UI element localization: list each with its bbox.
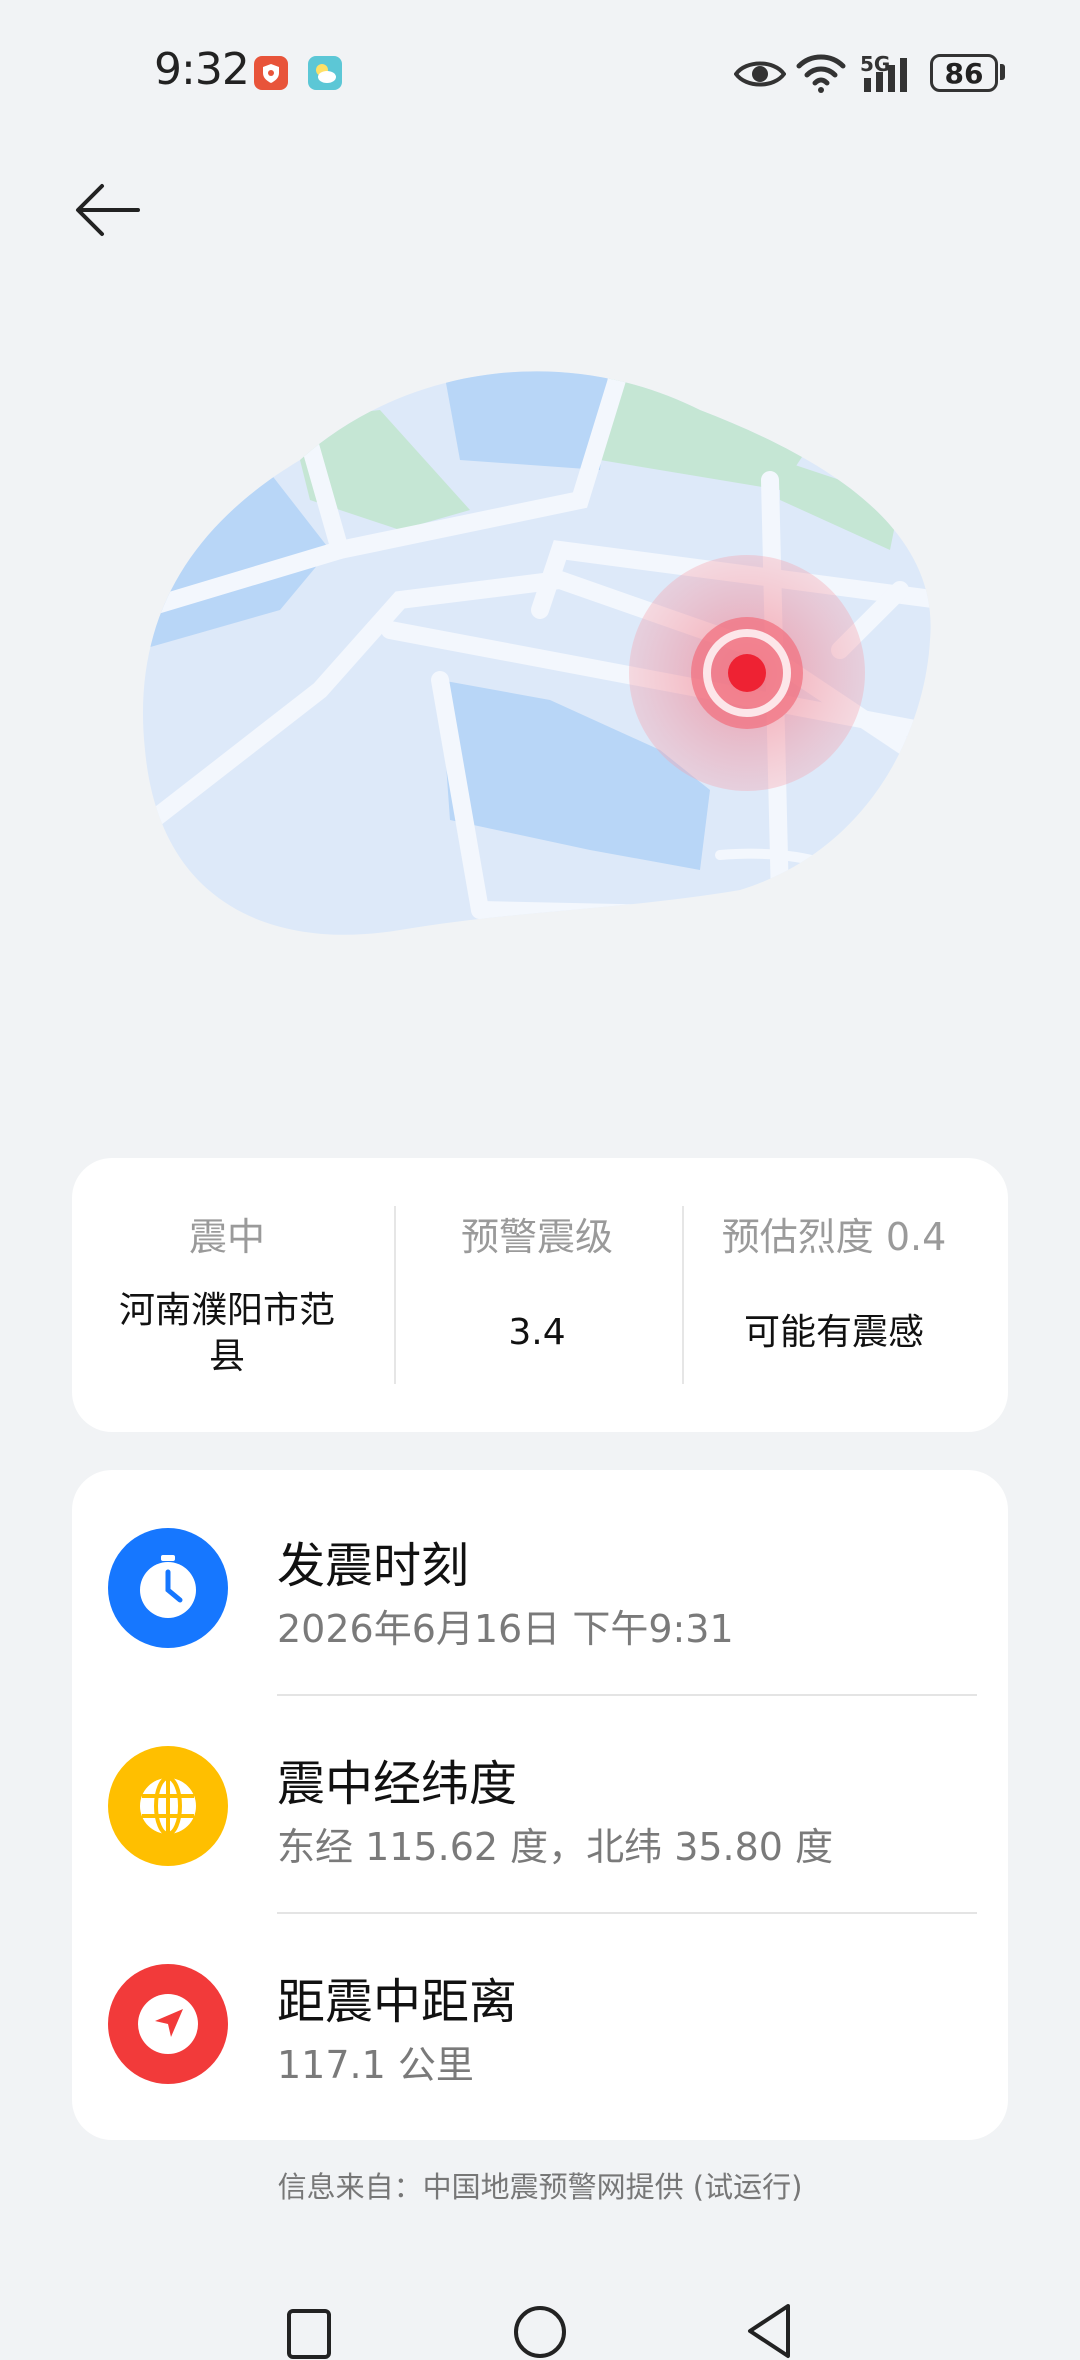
weather-badge-icon [308,56,342,90]
back-button[interactable] [70,170,150,250]
magnitude-value: 3.4 [508,1312,566,1353]
epicenter-value: 河南濮阳市范县 [118,1290,335,1377]
clock-icon [108,1528,228,1648]
recent-apps-icon[interactable] [286,2308,332,2360]
data-source-note: 信息来自：中国地震预警网提供 (试运行) [277,2170,803,2204]
detail-row-coordinates: 震中经纬度 东经 115.62 度，北纬 35.80 度 [72,1688,1008,1906]
quake-details-card: 发震时刻 2026年6月16日 下午9:31 震中经纬度 东经 115.62 度… [72,1470,1008,2140]
intensity-value: 可能有震感 [743,1312,924,1353]
detail-row-distance: 距震中距离 117.1 公里 [72,1906,1008,2124]
wifi-icon [796,54,846,93]
battery-icon: 86 [930,54,998,92]
detail-row-time: 发震时刻 2026年6月16日 下午9:31 [72,1470,1008,1688]
quake-summary-card: 震中 河南濮阳市范县 预警震级 3.4 预估烈度 0.4 可能有震感 [72,1158,1008,1432]
detail-title: 震中经纬度 [277,1756,518,1812]
security-badge-icon [254,56,288,90]
epicenter-label: 震中 [188,1215,265,1259]
detail-value: 东经 115.62 度，北纬 35.80 度 [277,1825,834,1869]
map-water [440,371,610,470]
intensity-label: 预估烈度 0.4 [721,1215,947,1259]
status-bar: 9:32 5G 86 [0,0,1080,150]
detail-title: 发震时刻 [277,1538,470,1594]
battery-tip [1000,64,1005,80]
signal-icon [864,58,907,92]
system-nav-bar [0,2290,1080,2360]
magnitude-column: 预警震级 3.4 [392,1158,682,1432]
intensity-column: 预估烈度 0.4 可能有震感 [684,1158,984,1432]
detail-value: 2026年6月16日 下午9:31 [277,1607,734,1651]
detail-title: 距震中距离 [277,1974,518,2030]
navigation-arrow-icon [108,1964,228,2084]
arrow-left-icon [76,184,140,236]
epicenter-dot [728,654,766,692]
back-triangle-icon[interactable] [744,2302,794,2360]
home-icon[interactable] [512,2304,568,2360]
globe-icon [108,1746,228,1866]
epicenter-map [142,371,931,935]
magnitude-label: 预警震级 [460,1215,613,1259]
detail-value: 117.1 公里 [277,2043,474,2087]
battery-level: 86 [944,56,984,90]
eye-icon [734,61,786,87]
status-time: 9:32 [154,44,250,95]
epicenter-column: 震中 河南濮阳市范县 [82,1158,372,1432]
